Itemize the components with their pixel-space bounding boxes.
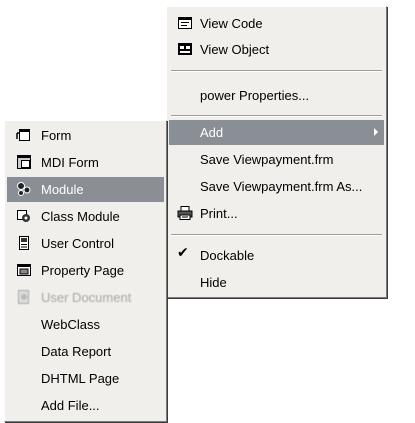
submenu-item-dhtml-page[interactable]: DHTML Page	[7, 366, 164, 391]
menu-item-save-as[interactable]: Save Viewpayment.frm As...	[169, 174, 384, 199]
submenu-item-add-file[interactable]: Add File...	[7, 393, 164, 418]
user-document-icon	[18, 290, 29, 304]
menu-item-add[interactable]: Add	[169, 120, 384, 145]
mdi-form-icon	[17, 155, 31, 169]
menu-item-properties[interactable]: power Properties...	[169, 83, 384, 108]
add-submenu: Form MDI Form Module Class Module User C…	[4, 120, 167, 422]
menu-item-label: power Properties...	[200, 88, 310, 103]
menu-item-label: User Control	[41, 236, 114, 251]
printer-icon	[177, 206, 193, 220]
menu-item-label: Print...	[200, 206, 238, 221]
menu-separator	[171, 115, 382, 117]
submenu-item-webclass[interactable]: WebClass	[7, 312, 164, 337]
menu-item-label: MDI Form	[41, 155, 99, 170]
submenu-item-module[interactable]: Module	[7, 177, 164, 202]
menu-separator	[171, 70, 382, 72]
menu-item-print[interactable]: Print...	[169, 201, 384, 226]
menu-item-label: DHTML Page	[41, 371, 120, 386]
menu-item-label: Property Page	[41, 263, 125, 278]
menu-item-label: Dockable	[200, 248, 255, 263]
menu-item-label: Data Report	[41, 344, 112, 359]
menu-item-label: Add File...	[41, 398, 100, 413]
menu-item-view-object[interactable]: View Object	[169, 37, 384, 62]
menu-item-label: Add	[200, 125, 224, 140]
submenu-arrow-icon	[374, 128, 378, 136]
menu-item-save[interactable]: Save Viewpayment.frm	[169, 147, 384, 172]
submenu-item-mdi-form[interactable]: MDI Form	[7, 150, 164, 175]
submenu-item-user-control[interactable]: User Control	[7, 231, 164, 256]
checkmark-icon: ✔	[177, 245, 189, 261]
menu-item-label: Save Viewpayment.frm As...	[200, 179, 363, 194]
menu-item-label: View Code	[200, 16, 263, 31]
menu-item-label: User Document	[41, 290, 132, 305]
context-menu: View Code View Object power Properties..…	[166, 6, 387, 298]
submenu-item-data-report[interactable]: Data Report	[7, 339, 164, 364]
menu-item-view-code[interactable]: View Code	[169, 11, 384, 36]
view-object-icon	[178, 43, 192, 55]
module-icon	[17, 182, 31, 196]
submenu-item-user-document: User Document	[7, 285, 164, 310]
menu-separator	[171, 234, 382, 236]
submenu-item-form[interactable]: Form	[7, 123, 164, 148]
submenu-item-property-page[interactable]: Property Page	[7, 258, 164, 283]
menu-item-label: Form	[41, 128, 72, 143]
menu-item-label: Save Viewpayment.frm	[200, 152, 334, 167]
menu-item-dockable[interactable]: ✔ Dockable	[169, 243, 384, 268]
property-page-icon	[17, 264, 31, 276]
class-module-icon	[17, 210, 30, 222]
menu-item-label: WebClass	[41, 317, 101, 332]
view-code-icon	[178, 17, 192, 29]
menu-item-label: Module	[41, 182, 84, 197]
menu-item-hide[interactable]: Hide	[169, 270, 384, 295]
menu-item-label: Class Module	[41, 209, 120, 224]
menu-item-label: View Object	[200, 42, 270, 57]
form-icon	[16, 129, 30, 141]
user-control-icon	[19, 236, 29, 250]
submenu-item-class-module[interactable]: Class Module	[7, 204, 164, 229]
menu-item-label: Hide	[200, 275, 227, 290]
